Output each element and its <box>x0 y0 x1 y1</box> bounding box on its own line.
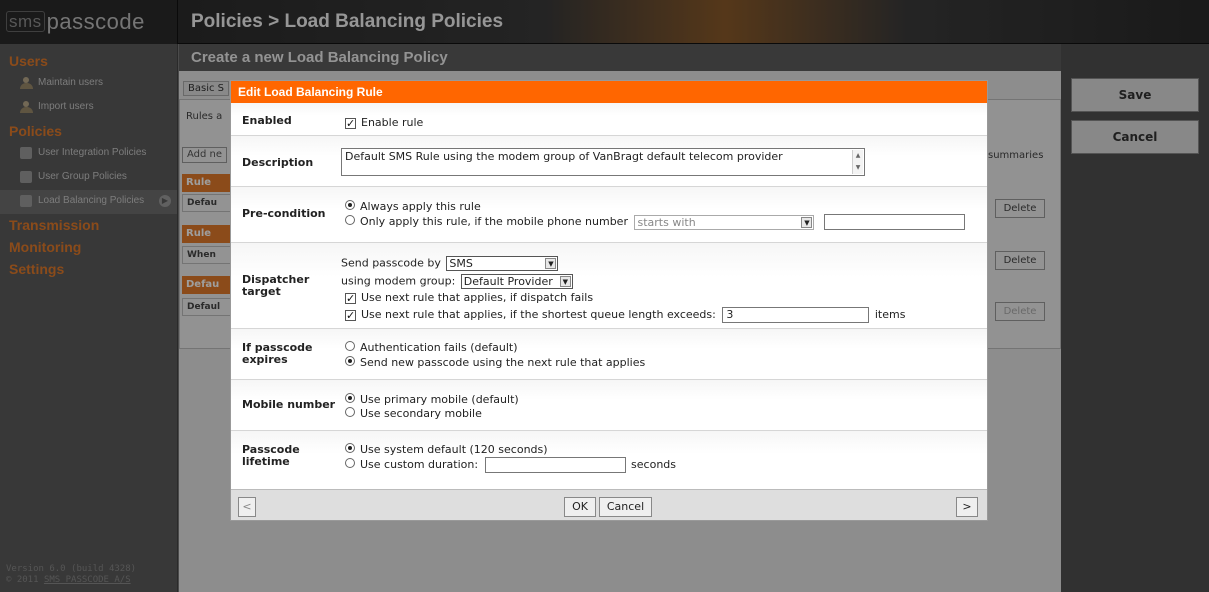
lifetime-label: Passcode lifetime <box>242 444 300 468</box>
dispatcher-section: Dispatcher target Send passcode by SMS ▼ u… <box>231 243 987 329</box>
always-apply-label: Always apply this rule <box>360 200 481 213</box>
next-if-fails-checkbox[interactable]: ✓ <box>345 293 356 304</box>
precondition-label: Pre-condition <box>242 207 326 220</box>
send-new-radio[interactable] <box>345 356 355 366</box>
chevron-down-icon: ▼ <box>801 216 813 228</box>
mobile-label: Mobile number <box>242 398 336 411</box>
dialog-cancel-button[interactable]: Cancel <box>599 497 652 517</box>
modem-group-select[interactable]: Default Provider ▼ <box>460 274 573 289</box>
send-by-value: SMS <box>449 257 473 270</box>
system-default-radio[interactable] <box>345 443 355 453</box>
enable-rule-label: Enable rule <box>361 116 424 129</box>
custom-duration-option[interactable]: Use custom duration: seconds <box>345 457 676 473</box>
description-section: Description Default SMS Rule using the m… <box>231 136 987 187</box>
primary-label: Use primary mobile (default) <box>360 393 519 406</box>
app-window: sms passcode Policies > Load Balancing Po… <box>0 0 1209 592</box>
description-value: Default SMS Rule using the modem group o… <box>345 150 783 163</box>
only-apply-radio[interactable] <box>345 215 355 225</box>
always-apply-option[interactable]: Always apply this rule <box>345 200 481 213</box>
next-if-queue-label: Use next rule that applies, if the short… <box>361 308 716 321</box>
next-if-fails-option[interactable]: ✓ Use next rule that applies, if dispatch… <box>345 291 593 304</box>
secondary-label: Use secondary mobile <box>360 407 482 420</box>
custom-duration-label: Use custom duration: <box>360 458 479 471</box>
lifetime-section: Passcode lifetime Use system default (120… <box>231 431 987 488</box>
send-new-option[interactable]: Send new passcode using the next rule th… <box>345 356 645 369</box>
ok-button[interactable]: OK <box>564 497 596 517</box>
only-apply-label: Only apply this rule, if the mobile phon… <box>360 215 628 228</box>
dialog-title: Edit Load Balancing Rule <box>231 81 987 103</box>
chevron-down-icon: ▼ <box>559 276 571 287</box>
next-button[interactable]: > <box>956 497 978 517</box>
only-apply-option[interactable]: Only apply this rule, if the mobile phon… <box>345 214 965 230</box>
items-label: items <box>874 308 906 321</box>
primary-option[interactable]: Use primary mobile (default) <box>345 393 519 406</box>
modem-group-label: using modem group: <box>341 274 456 288</box>
custom-duration-input[interactable] <box>484 457 626 473</box>
send-by-select[interactable]: SMS ▼ <box>446 256 559 271</box>
primary-radio[interactable] <box>345 393 355 403</box>
mobile-section: Mobile number Use primary mobile (defaul… <box>231 380 987 431</box>
lifetime-label-line2: lifetime <box>242 455 290 468</box>
match-type-select[interactable]: starts with ▼ <box>634 214 815 230</box>
expires-label: If passcode expires <box>242 342 313 366</box>
scroll-up-icon[interactable]: ▲ <box>853 150 863 162</box>
system-default-label: Use system default (120 seconds) <box>360 443 548 456</box>
next-if-fails-label: Use next rule that applies, if dispatch … <box>361 291 594 304</box>
send-by-label: Send passcode by <box>341 256 441 270</box>
modem-group-value: Default Provider <box>463 275 553 288</box>
auth-fails-option[interactable]: Authentication fails (default) <box>345 341 518 354</box>
secondary-radio[interactable] <box>345 407 355 417</box>
expires-label-line2: expires <box>242 353 288 366</box>
previous-button[interactable]: < <box>238 497 256 517</box>
edit-rule-dialog: Edit Load Balancing Rule Enabled ✓ Enable… <box>230 80 988 521</box>
modem-group-row: using modem group: Default Provider ▼ <box>341 274 573 289</box>
enabled-section: Enabled ✓ Enable rule <box>231 103 987 136</box>
scrollbar[interactable]: ▲ ▼ <box>852 150 863 174</box>
enabled-label: Enabled <box>242 114 292 127</box>
next-if-queue-option[interactable]: ✓ Use next rule that applies, if the shor… <box>345 307 905 323</box>
dispatcher-label-line2: target <box>242 285 281 298</box>
send-by-row: Send passcode by SMS ▼ <box>341 256 559 271</box>
match-type-value: starts with <box>637 215 696 229</box>
dispatcher-label: Dispatcher target <box>242 274 309 298</box>
queue-length-input[interactable]: 3 <box>722 307 870 323</box>
expires-section: If passcode expires Authentication fails … <box>231 329 987 380</box>
scroll-down-icon[interactable]: ▼ <box>853 162 863 174</box>
send-new-label: Send new passcode using the next rule th… <box>360 356 646 369</box>
auth-fails-radio[interactable] <box>345 341 355 351</box>
system-default-option[interactable]: Use system default (120 seconds) <box>345 443 548 456</box>
seconds-label: seconds <box>631 458 677 471</box>
description-label: Description <box>242 156 314 169</box>
enable-rule-option[interactable]: ✓ Enable rule <box>345 116 423 129</box>
chevron-down-icon: ▼ <box>545 258 557 269</box>
enable-rule-checkbox[interactable]: ✓ <box>345 118 356 129</box>
precondition-section: Pre-condition Always apply this rule Onl… <box>231 187 987 243</box>
custom-duration-radio[interactable] <box>345 458 355 468</box>
phone-prefix-input[interactable] <box>823 214 965 230</box>
dialog-footer: < OK Cancel > <box>231 489 987 520</box>
next-if-queue-checkbox[interactable]: ✓ <box>345 310 356 321</box>
always-apply-radio[interactable] <box>345 200 355 210</box>
description-field[interactable]: Default SMS Rule using the modem group o… <box>341 148 865 176</box>
secondary-option[interactable]: Use secondary mobile <box>345 407 482 420</box>
auth-fails-label: Authentication fails (default) <box>360 341 518 354</box>
